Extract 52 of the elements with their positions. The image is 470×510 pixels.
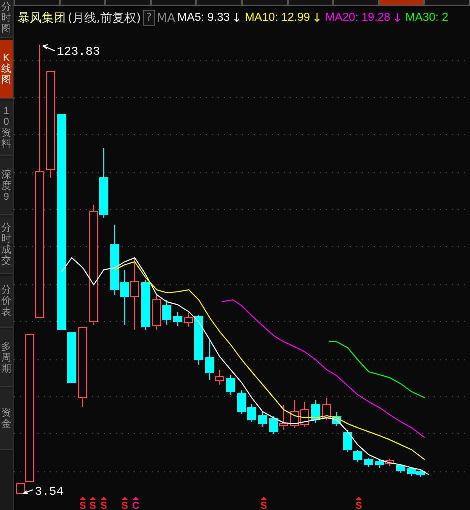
sidebar-tab[interactable]: 分时图: [0, 0, 13, 38]
low-price-label: 3.54: [35, 485, 64, 499]
period-label: (月线,前复权): [68, 10, 142, 26]
candle: [364, 458, 374, 468]
candle: [396, 464, 406, 474]
high-price-label: 123.83: [57, 45, 100, 59]
candle: [258, 412, 268, 428]
top-tab[interactable]: [333, 0, 379, 6]
top-tab[interactable]: [60, 0, 106, 6]
sidebar-tab[interactable]: 10资料: [0, 101, 13, 156]
candle: [376, 458, 384, 468]
sidebar-tab[interactable]: 多周期: [0, 330, 13, 387]
candle: [142, 280, 150, 330]
candle: [248, 404, 256, 422]
candle: [300, 402, 310, 428]
sidebar-tab[interactable]: 深度9: [0, 158, 13, 215]
sidebar-tab[interactable]: 分价表: [0, 276, 13, 328]
ma-value: MA30: 2: [406, 12, 448, 24]
sidebar-tab[interactable]: 资金: [0, 389, 13, 450]
top-tab[interactable]: [288, 0, 334, 6]
ma-value: MA20: 19.28: [325, 12, 391, 24]
candle: [174, 312, 182, 326]
sidebar-tab[interactable]: 分时成交: [0, 217, 13, 274]
pointer-arrow-icon: [22, 490, 34, 494]
top-tab[interactable]: [242, 0, 288, 6]
candle: [270, 416, 278, 434]
candle: [408, 466, 416, 476]
candle: [110, 224, 120, 296]
candle: [68, 332, 76, 384]
pointer-arrow-icon: [42, 44, 56, 52]
top-tab[interactable]: [424, 0, 470, 6]
sidebar-tab[interactable]: K线图: [0, 40, 13, 99]
top-tab[interactable]: [196, 0, 242, 6]
ma-value: MA5: 9.33: [178, 12, 230, 24]
candle: [152, 294, 162, 330]
candle: [162, 300, 172, 326]
down-arrow-icon: ↓: [312, 11, 322, 25]
candle: [280, 404, 288, 430]
down-arrow-icon: ↓: [232, 11, 242, 25]
indicator-label: MA: [157, 11, 176, 25]
top-tab[interactable]: [14, 0, 60, 6]
candle: [312, 400, 320, 424]
candle: [238, 390, 246, 414]
down-arrow-icon: ↓: [392, 11, 403, 25]
top-tab[interactable]: [105, 0, 151, 6]
top-tab[interactable]: [150, 0, 196, 6]
candle: [226, 374, 236, 396]
candle: [290, 400, 300, 428]
help-button[interactable]: ?: [143, 10, 156, 26]
ma-value: MA10: 12.99: [245, 12, 310, 24]
stock-name: 暴风集团: [18, 10, 66, 26]
candle: [120, 270, 130, 326]
